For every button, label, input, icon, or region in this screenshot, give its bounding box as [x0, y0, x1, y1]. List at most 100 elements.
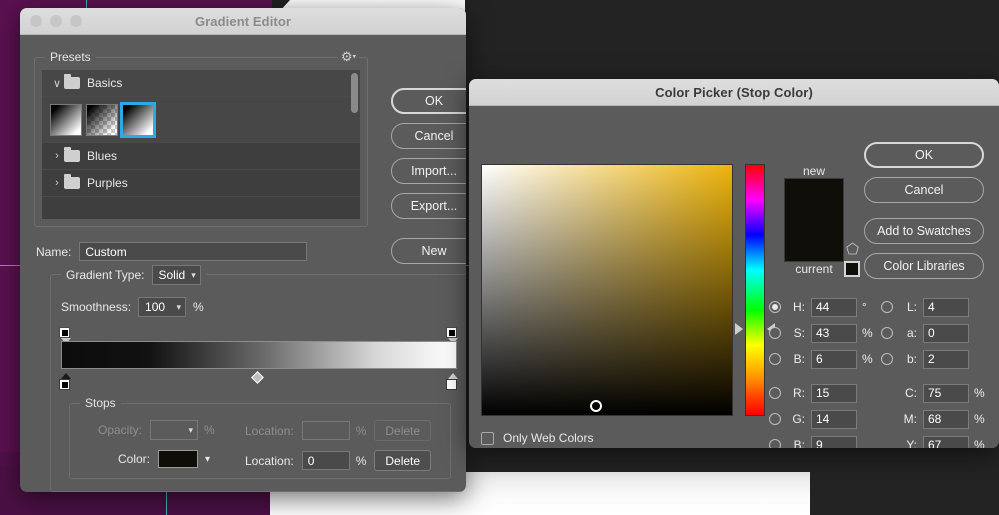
- opacity-input: ▾: [150, 420, 199, 440]
- color-stop-right[interactable]: [446, 373, 459, 391]
- color-field-marker[interactable]: [590, 400, 602, 412]
- lab-a-radio[interactable]: [881, 327, 893, 339]
- gradient-preview-strip[interactable]: [61, 341, 457, 369]
- chevron-right-icon[interactable]: ›: [50, 150, 64, 162]
- lab-b-radio[interactable]: [881, 353, 893, 365]
- green-input[interactable]: 14: [811, 409, 857, 429]
- color-picker-body: new current ⬠ Only Web Colors OK Cancel …: [469, 106, 999, 448]
- window-controls[interactable]: [20, 15, 82, 27]
- chevron-down-icon[interactable]: ▾: [205, 454, 210, 465]
- brightness-input[interactable]: 6: [811, 349, 857, 369]
- lab-a-row[interactable]: a: 0: [881, 322, 986, 344]
- saturation-row[interactable]: S: 43 %: [769, 322, 874, 344]
- hue-input[interactable]: 44: [811, 297, 857, 317]
- red-radio[interactable]: [769, 387, 781, 399]
- lab-l-radio[interactable]: [881, 301, 893, 313]
- brightness-radio[interactable]: [769, 353, 781, 365]
- preset-swatch-selected[interactable]: [120, 101, 156, 138]
- color-stop-swatch[interactable]: [158, 450, 199, 468]
- color-delete-button[interactable]: Delete: [374, 450, 432, 471]
- scrollbar-thumb[interactable]: [351, 73, 358, 113]
- red-input[interactable]: 15: [811, 383, 857, 403]
- blue-input[interactable]: 9: [811, 435, 857, 448]
- green-radio[interactable]: [769, 413, 781, 425]
- preset-swatch-row[interactable]: [42, 97, 360, 143]
- yellow-input[interactable]: 67: [923, 435, 969, 448]
- brightness-row[interactable]: B: 6 %: [769, 348, 874, 370]
- color-picker-dialog: Color Picker (Stop Color) new current ⬠: [469, 79, 999, 448]
- close-button[interactable]: [30, 15, 42, 27]
- color-picker-ok-button[interactable]: OK: [864, 142, 984, 168]
- folder-icon: [64, 147, 80, 162]
- green-row[interactable]: G: 14: [769, 408, 874, 430]
- smoothness-label: Smoothness:: [61, 300, 132, 314]
- lab-b-input[interactable]: 2: [923, 349, 969, 369]
- preset-group-label: Purples: [87, 176, 128, 190]
- saturation-brightness-field[interactable]: [481, 164, 733, 416]
- chevron-right-icon[interactable]: ›: [50, 177, 64, 189]
- minimize-button[interactable]: [50, 15, 62, 27]
- chevron-down-icon: ▾: [352, 53, 356, 61]
- blue-radio[interactable]: [769, 439, 781, 448]
- saturation-unit: %: [862, 326, 873, 340]
- gradient-editor-titlebar[interactable]: Gradient Editor: [20, 8, 466, 35]
- yellow-row[interactable]: Y: 67 %: [881, 434, 986, 448]
- presets-scrollbar[interactable]: [351, 73, 358, 216]
- lab-b-label: b:: [906, 352, 917, 366]
- preset-group-purples[interactable]: › Purples: [42, 170, 360, 197]
- lab-l-row[interactable]: L: 4: [881, 296, 986, 318]
- cyan-row[interactable]: C: 75 %: [881, 382, 986, 404]
- color-picker-title: Color Picker (Stop Color): [655, 84, 813, 100]
- presets-legend: Presets: [45, 50, 96, 64]
- saturation-radio[interactable]: [769, 327, 781, 339]
- red-row[interactable]: R: 15: [769, 382, 874, 404]
- preset-swatch-black-white[interactable]: [50, 103, 82, 136]
- cyan-input[interactable]: 75: [923, 383, 969, 403]
- hue-radio[interactable]: [769, 301, 781, 313]
- gradient-name-row: Name: Custom: [36, 242, 308, 261]
- preset-swatch-foreground-transparent[interactable]: [86, 103, 118, 136]
- hue-row[interactable]: H: 44 °: [769, 296, 874, 318]
- color-location-input[interactable]: 0: [301, 451, 350, 470]
- cube-icon: ⬠: [846, 241, 860, 258]
- only-web-colors-label: Only Web Colors: [503, 431, 594, 445]
- gradient-type-select[interactable]: Solid ▾: [151, 265, 201, 285]
- presets-gear-icon[interactable]: ⚙▾: [337, 49, 359, 66]
- new-color-swatch[interactable]: [784, 178, 844, 220]
- gradient-editor-export-button[interactable]: Export...: [391, 193, 466, 219]
- out-of-gamut-swatch[interactable]: [844, 261, 860, 277]
- only-web-colors-checkbox[interactable]: [481, 431, 494, 445]
- presets-list[interactable]: ∨ Basics › Blues › Purples: [42, 70, 360, 219]
- hue-slider-handle-left[interactable]: [735, 323, 743, 335]
- preset-group-basics[interactable]: ∨ Basics: [42, 70, 360, 97]
- gradient-editor-ok-button[interactable]: OK: [391, 88, 466, 114]
- lab-b-row[interactable]: b: 2: [881, 348, 986, 370]
- color-stop-left[interactable]: [59, 373, 72, 391]
- preset-group-label: Blues: [87, 149, 118, 163]
- gradient-editor-cancel-button[interactable]: Cancel: [391, 123, 466, 149]
- smoothness-select[interactable]: 100 ▾: [138, 297, 187, 317]
- color-picker-color-libraries-button[interactable]: Color Libraries: [864, 253, 984, 279]
- current-color-label: current: [795, 262, 833, 276]
- gradient-editor-new-button[interactable]: New: [391, 238, 466, 264]
- hue-slider[interactable]: [745, 164, 765, 416]
- current-color-swatch[interactable]: [784, 220, 844, 262]
- preset-group-blues[interactable]: › Blues: [42, 143, 360, 170]
- lab-a-input[interactable]: 0: [923, 323, 969, 343]
- saturation-input[interactable]: 43: [811, 323, 857, 343]
- gradient-name-input[interactable]: Custom: [79, 242, 308, 261]
- lab-l-input[interactable]: 4: [923, 297, 969, 317]
- magenta-row[interactable]: M: 68 %: [881, 408, 986, 430]
- blue-row[interactable]: B: 9: [769, 434, 874, 448]
- maximize-button[interactable]: [70, 15, 82, 27]
- chevron-down-icon[interactable]: ∨: [50, 77, 64, 90]
- magenta-input[interactable]: 68: [923, 409, 969, 429]
- opacity-stop-row: Opacity: ▾ %: [98, 420, 215, 440]
- color-picker-add-to-swatches-button[interactable]: Add to Swatches: [864, 218, 984, 244]
- gradient-midpoint-marker[interactable]: [251, 371, 264, 384]
- only-web-colors-row[interactable]: Only Web Colors: [481, 431, 593, 445]
- color-picker-cancel-button[interactable]: Cancel: [864, 177, 984, 203]
- color-picker-titlebar[interactable]: Color Picker (Stop Color): [469, 79, 999, 106]
- gradient-editor-import-button[interactable]: Import...: [391, 158, 466, 184]
